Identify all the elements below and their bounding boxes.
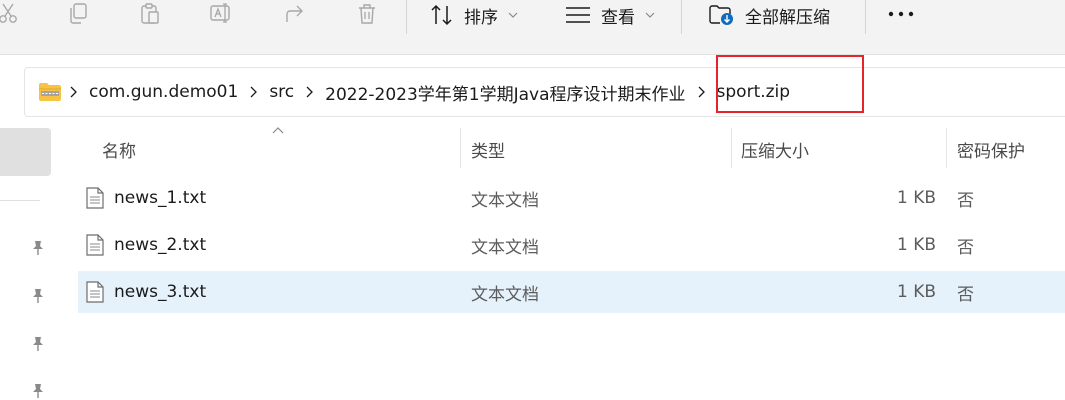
view-icon [565,6,591,24]
extract-all-button[interactable]: 全部解压缩 [709,0,830,30]
extract-all-label: 全部解压缩 [745,7,830,28]
breadcrumb: com.gun.demo01 src 2022-2023学年第1学期Java程序… [25,68,790,116]
copy-icon[interactable] [64,0,92,28]
chevron-right-icon [70,86,77,98]
file-name: news_1.txt [114,188,207,208]
toolbar-divider [406,0,407,34]
sort-button[interactable]: 排序 [430,0,518,30]
more-icon[interactable] [887,0,915,28]
file-size: 1 KB [896,235,936,255]
file-size: 1 KB [896,188,936,208]
file-type: 文本文档 [471,284,539,305]
column-header-type[interactable]: 类型 [471,126,505,172]
breadcrumb-item-assignment-folder[interactable]: 2022-2023学年第1学期Java程序设计期末作业 [325,80,685,105]
text-file-icon [86,271,104,313]
sort-ascending-icon [272,127,284,134]
pin-icon[interactable] [30,383,46,399]
pin-icon[interactable] [30,288,46,304]
command-bar: 排序 查看 全部解压缩 [0,0,1065,55]
chevron-right-icon[interactable] [250,86,258,98]
rename-icon[interactable] [208,0,236,28]
address-bar[interactable]: com.gun.demo01 src 2022-2023学年第1学期Java程序… [24,67,1065,117]
chevron-right-icon[interactable] [306,86,314,98]
paste-icon[interactable] [136,0,164,28]
file-name: news_2.txt [114,235,207,255]
share-icon[interactable] [281,0,309,28]
breadcrumb-item-src[interactable]: src [269,82,294,102]
column-header-compressed-size[interactable]: 压缩大小 [741,126,809,172]
pin-icon[interactable] [30,240,46,256]
chevron-down-icon [508,12,518,18]
nav-pane-divider [0,200,40,201]
column-divider[interactable] [946,128,947,168]
file-row[interactable]: news_1.txt 文本文档 1 KB 否 [78,177,1065,219]
nav-pane-selected-item[interactable] [0,128,51,176]
view-button[interactable]: 查看 [565,0,655,30]
delete-icon[interactable] [353,0,381,28]
chevron-right-icon[interactable] [698,86,705,98]
sort-icon [430,4,454,26]
view-label: 查看 [601,7,635,28]
toolbar-divider [681,0,682,34]
file-name: news_3.txt [114,282,207,302]
toolbar-divider [865,0,866,34]
file-row[interactable]: news_2.txt 文本文档 1 KB 否 [78,224,1065,266]
sort-label: 排序 [464,7,498,28]
extract-folder-icon [709,4,735,26]
breadcrumb-item-com-gun-demo01[interactable]: com.gun.demo01 [89,82,238,102]
file-password-protected: 否 [957,284,974,305]
column-divider[interactable] [731,128,732,168]
column-divider[interactable] [460,128,461,168]
annotation-highlight-box [716,55,864,113]
column-header-password-protected[interactable]: 密码保护 [957,126,1025,172]
file-password-protected: 否 [957,190,974,211]
chevron-down-icon [645,12,655,18]
file-size: 1 KB [896,282,936,302]
file-password-protected: 否 [957,237,974,258]
text-file-icon [86,177,104,219]
cut-icon[interactable] [0,0,22,28]
file-row[interactable]: news_3.txt 文本文档 1 KB 否 [78,271,1065,313]
file-type: 文本文档 [471,190,539,211]
zip-folder-icon [38,82,62,102]
pin-icon[interactable] [30,336,46,352]
text-file-icon [86,224,104,266]
file-type: 文本文档 [471,237,539,258]
column-header-name[interactable]: 名称 [102,126,136,172]
